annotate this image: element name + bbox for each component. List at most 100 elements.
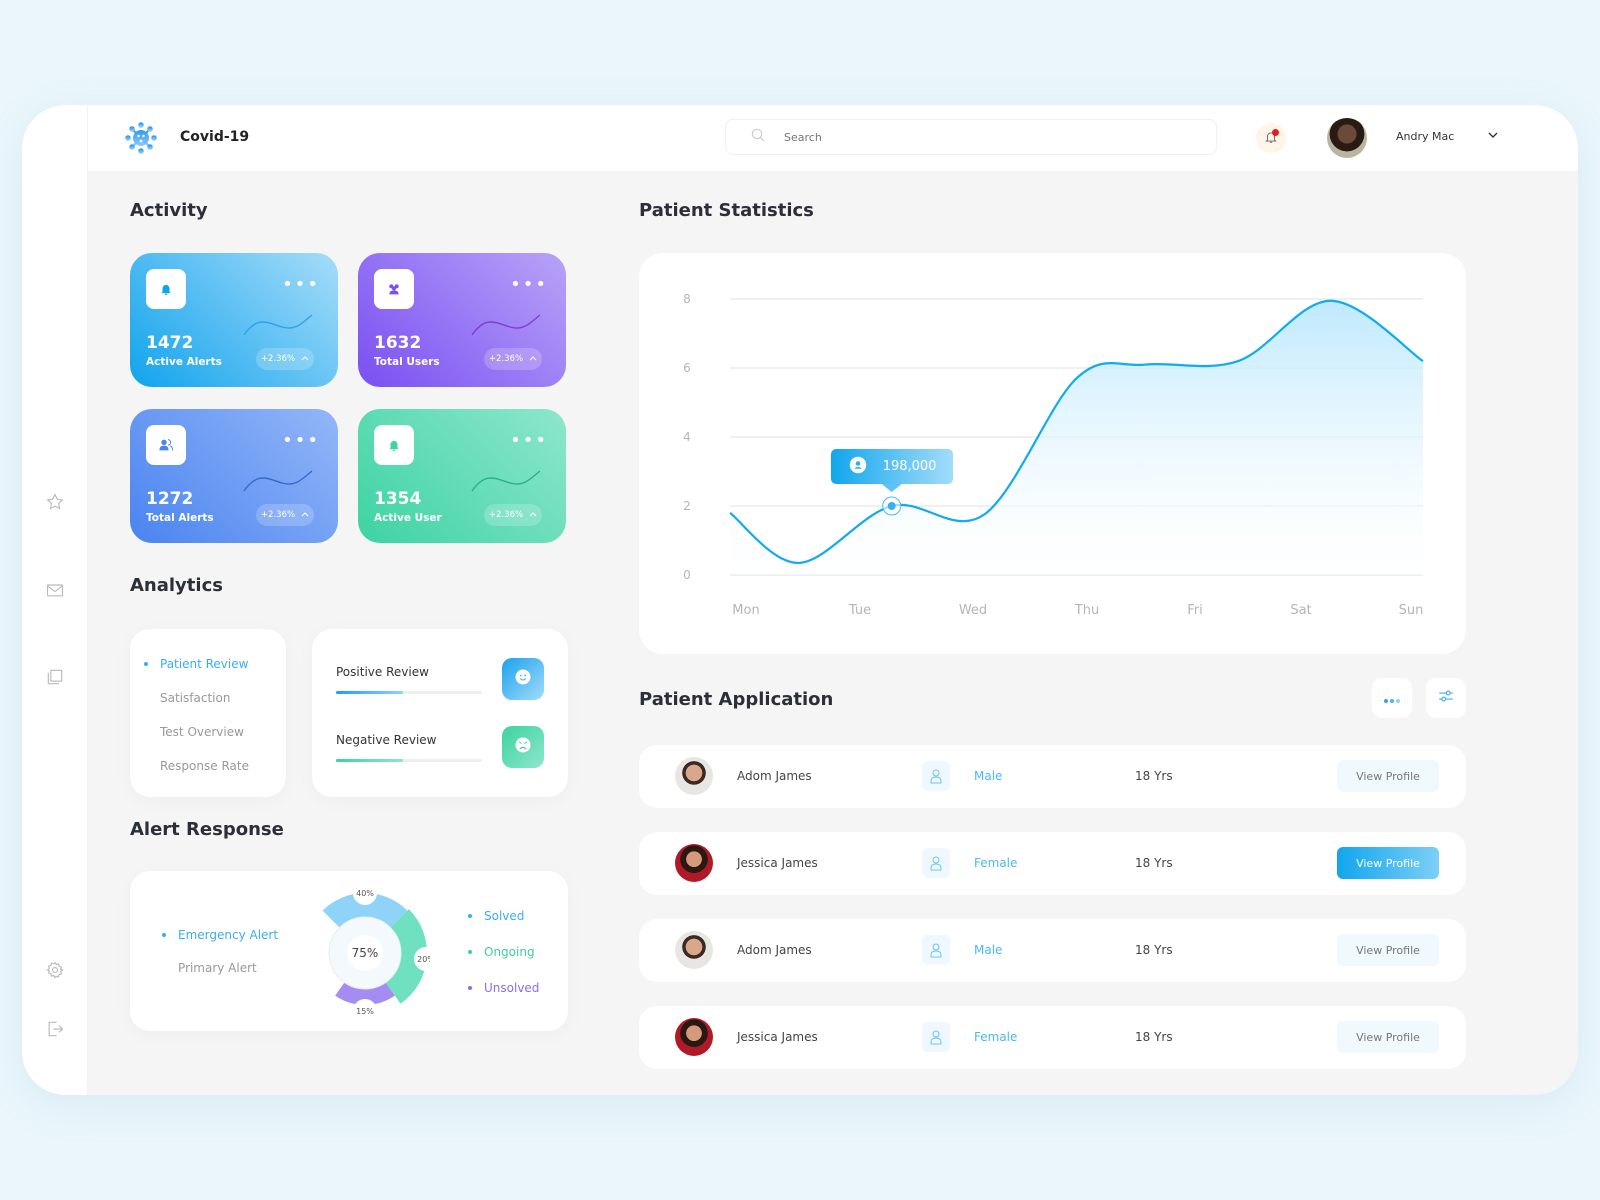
view-profile-button[interactable]: View Profile (1337, 847, 1439, 879)
user-group-icon (146, 425, 186, 465)
patient-avatar[interactable] (675, 1018, 713, 1056)
negative-review-progress (336, 759, 482, 762)
x-tick-label: Tue (848, 603, 871, 618)
patient-avatar[interactable] (675, 931, 713, 969)
person-icon (922, 848, 950, 878)
donut-percent-label: 20% (417, 955, 430, 964)
view-profile-button[interactable]: View Profile (1337, 934, 1439, 966)
highlight-point[interactable] (887, 502, 896, 510)
change-badge: +2.36% (256, 504, 314, 526)
chart-tooltip: 198,000 (830, 449, 953, 484)
copy-icon[interactable] (43, 665, 67, 689)
user-icon (849, 456, 867, 478)
card-menu-dots-icon[interactable]: ••• (282, 432, 320, 450)
activity-title: Activity (130, 200, 208, 221)
sparkline (243, 470, 313, 492)
activity-card[interactable]: ••• 1272 Total Alerts +2.36% (130, 409, 338, 543)
patient-gender: Female (974, 856, 1018, 870)
x-tick-label: Mon (732, 603, 759, 618)
patient-row: Jessica James Female 18 Yrs View Profile (639, 1006, 1466, 1069)
bell-icon (374, 425, 414, 465)
patient-statistics-title: Patient Statistics (639, 200, 814, 221)
analytics-menu: Patient Review Satisfaction Test Overview R… (130, 629, 286, 797)
donut-percent-label: 40% (356, 889, 374, 898)
legend-unsolved[interactable]: Unsolved (468, 981, 539, 995)
analytics-menu-item[interactable]: Test Overview (160, 725, 244, 739)
card-value: 1632 (374, 333, 422, 353)
view-profile-button[interactable]: View Profile (1337, 760, 1439, 792)
x-tick-label: Sat (1290, 603, 1311, 618)
filter-button[interactable] (1426, 678, 1466, 718)
gear-icon[interactable] (43, 958, 67, 982)
patient-age: 18 Yrs (1135, 943, 1173, 957)
more-button[interactable] (1372, 678, 1412, 718)
sparkline (471, 470, 541, 492)
search-bar[interactable] (725, 119, 1217, 155)
smile-icon (514, 668, 532, 690)
alert-type-emergency[interactable]: Emergency Alert (162, 928, 278, 942)
chevron-down-icon[interactable] (1485, 127, 1501, 147)
legend-ongoing[interactable]: Ongoing (468, 945, 535, 959)
alert-type-primary[interactable]: Primary Alert (178, 961, 257, 975)
person-icon (922, 761, 950, 791)
star-icon[interactable] (43, 490, 67, 514)
card-value: 1272 (146, 489, 194, 509)
y-tick-label: 0 (683, 568, 691, 582)
mail-icon[interactable] (43, 578, 67, 602)
card-value: 1354 (374, 489, 422, 509)
card-menu-dots-icon[interactable]: ••• (282, 276, 320, 294)
donut-center-label: 75% (352, 946, 379, 960)
patient-name: Jessica James (737, 856, 818, 870)
sidebar (22, 105, 88, 1095)
view-profile-button[interactable]: View Profile (1337, 1021, 1439, 1053)
x-tick-label: Thu (1074, 603, 1099, 618)
sparkline (471, 314, 541, 336)
negative-review-label: Negative Review (336, 733, 437, 747)
negative-review-button[interactable] (502, 726, 544, 768)
patient-gender: Male (974, 943, 1003, 957)
x-tick-label: Fri (1187, 603, 1203, 618)
positive-review-button[interactable] (502, 658, 544, 700)
patient-gender: Male (974, 769, 1003, 783)
activity-card[interactable]: ••• 1472 Active Alerts +2.36% (130, 253, 338, 387)
tooltip-pointer (881, 484, 902, 492)
alert-response-panel: Emergency Alert Primary Alert 75% 40% 20% 1… (130, 871, 568, 1031)
change-badge: +2.36% (484, 504, 542, 526)
card-label: Active Alerts (146, 356, 222, 368)
card-menu-dots-icon[interactable]: ••• (510, 432, 548, 450)
card-menu-dots-icon[interactable]: ••• (510, 276, 548, 294)
patient-avatar[interactable] (675, 844, 713, 882)
card-label: Active User (374, 512, 442, 524)
change-badge: +2.36% (484, 348, 542, 370)
user-avatar[interactable] (1327, 118, 1367, 158)
logout-icon[interactable] (43, 1017, 67, 1041)
analytics-menu-item[interactable]: Patient Review (144, 657, 248, 671)
user-name: Andry Mac (1396, 130, 1455, 143)
analytics-menu-item[interactable]: Response Rate (160, 759, 249, 773)
notification-button[interactable] (1256, 123, 1286, 153)
bell-icon (146, 269, 186, 309)
search-icon (750, 127, 766, 147)
analytics-menu-item[interactable]: Satisfaction (160, 691, 230, 705)
patient-avatar[interactable] (675, 757, 713, 795)
users-icon (374, 269, 414, 309)
patient-age: 18 Yrs (1135, 856, 1173, 870)
search-input[interactable] (784, 130, 1164, 144)
x-tick-label: Wed (959, 603, 987, 618)
patient-row: Adom James Male 18 Yrs View Profile (639, 919, 1466, 982)
y-tick-label: 6 (683, 361, 691, 375)
alert-response-title: Alert Response (130, 819, 284, 840)
x-tick-label: Sun (1399, 603, 1424, 618)
patient-row: Adom James Male 18 Yrs View Profile (639, 745, 1466, 808)
change-badge: +2.36% (256, 348, 314, 370)
legend-solved[interactable]: Solved (468, 909, 524, 923)
alert-donut-chart: 75% 40% 20% 15% (322, 881, 430, 1023)
chevron-up-icon (529, 354, 537, 364)
chevron-up-icon (301, 510, 309, 520)
activity-card[interactable]: ••• 1354 Active User +2.36% (358, 409, 566, 543)
virus-icon (124, 121, 158, 155)
notification-badge (1272, 129, 1279, 136)
positive-review-progress (336, 691, 482, 694)
activity-card[interactable]: ••• 1632 Total Users +2.36% (358, 253, 566, 387)
person-icon (922, 935, 950, 965)
